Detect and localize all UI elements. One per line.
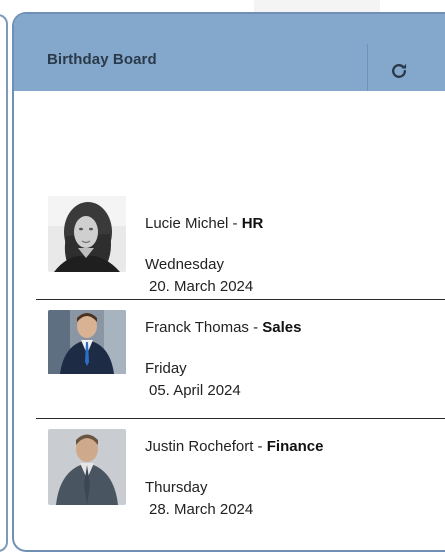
name-separator: -: [248, 319, 263, 336]
person-name-line: Justin Rochefort - Finance: [145, 438, 323, 455]
portrait-photo-suit-grey-bg: [48, 429, 126, 505]
person-name-line: Franck Thomas - Sales: [145, 319, 301, 336]
list-item: Franck Thomas - Sales Friday 05. April 2…: [36, 299, 445, 418]
person-name: Franck Thomas: [145, 319, 249, 336]
background-strip: [254, 0, 380, 12]
department-label: HR: [241, 215, 264, 232]
list-item: Lucie Michel - HR Wednesday 20. March 20…: [36, 180, 445, 299]
birthday-date: Thursday 28. March 2024: [145, 477, 253, 521]
birthday-list: Lucie Michel - HR Wednesday 20. March 20…: [36, 180, 445, 537]
date-label: 20. March 2024: [149, 278, 254, 295]
header-divider: [367, 44, 368, 91]
page: Birthday Board Lucie Michel - HR Wednesd…: [0, 0, 445, 555]
date-label: 28. March 2024: [149, 501, 254, 518]
refresh-icon: [392, 63, 407, 78]
birthday-date: Friday 05. April 2024: [145, 358, 241, 402]
card-title: Birthday Board: [47, 51, 157, 68]
refresh-button[interactable]: [384, 56, 414, 86]
department-label: Finance: [266, 438, 324, 455]
list-item: Justin Rochefort - Finance Thursday 28. …: [36, 418, 445, 537]
person-name: Justin Rochefort: [145, 438, 254, 455]
department-label: Sales: [262, 319, 302, 336]
card-header: Birthday Board: [14, 14, 445, 91]
birthday-date: Wednesday 20. March 2024: [145, 254, 253, 298]
portrait-photo-grayscale: [48, 196, 126, 272]
avatar: [48, 196, 126, 272]
name-separator: -: [253, 438, 267, 455]
date-label: 05. April 2024: [149, 382, 241, 399]
weekday-label: Friday: [145, 360, 187, 377]
weekday-label: Thursday: [145, 479, 208, 496]
person-name-line: Lucie Michel - HR: [145, 215, 263, 232]
weekday-label: Wednesday: [145, 256, 224, 273]
person-name: Lucie Michel: [145, 215, 229, 232]
adjacent-panel-edge: [0, 14, 8, 552]
avatar: [48, 429, 126, 505]
portrait-photo-suit: [48, 310, 126, 374]
name-separator: -: [228, 215, 242, 232]
birthday-board-card: Birthday Board Lucie Michel - HR Wednesd…: [12, 12, 445, 552]
avatar: [48, 310, 126, 386]
